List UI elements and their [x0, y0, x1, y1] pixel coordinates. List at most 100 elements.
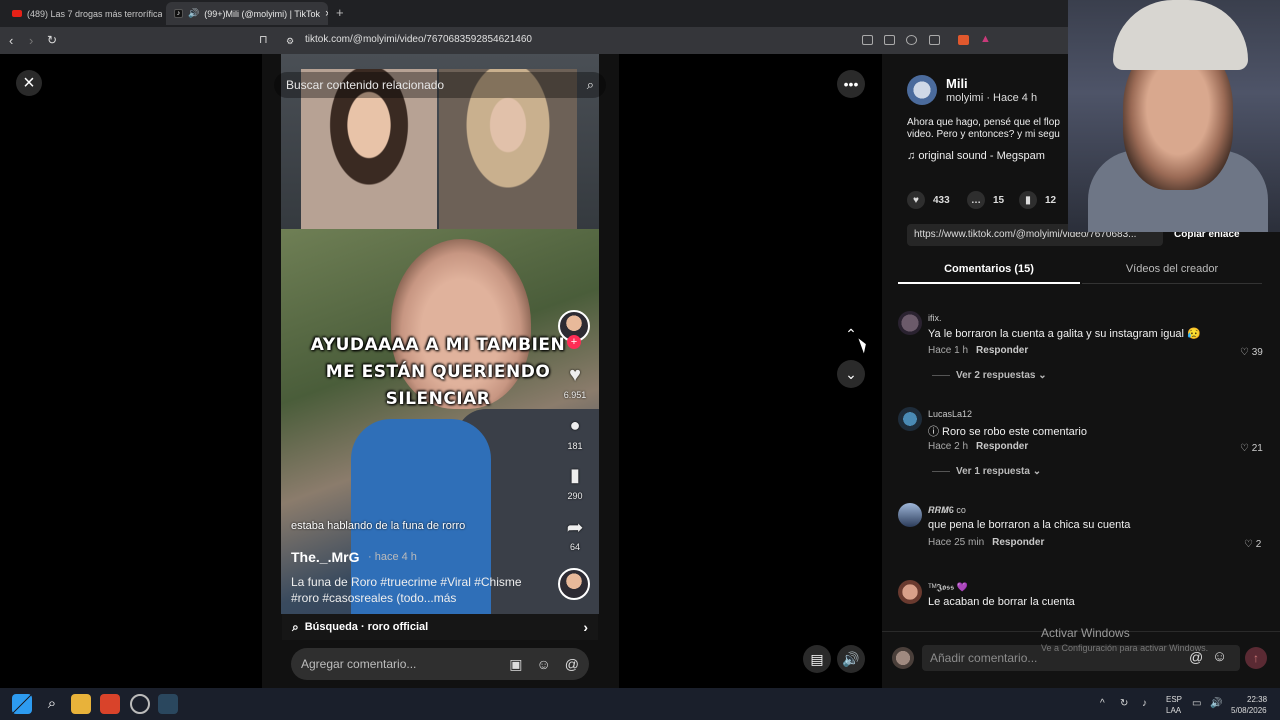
- emoji-icon[interactable]: ☺: [1212, 648, 1227, 665]
- volume-button[interactable]: 🔊: [837, 645, 865, 673]
- bookmark-icon[interactable]: ⊓: [259, 33, 268, 46]
- comment-text: Ya le borraron la cuenta a galita y su i…: [928, 328, 1201, 340]
- rewards-icon[interactable]: ▲: [980, 33, 991, 45]
- video-like-count: 6.951: [563, 390, 587, 400]
- search-icon: ⌕: [292, 619, 299, 634]
- reply-button[interactable]: Responder: [976, 345, 1028, 356]
- tray-mic-icon[interactable]: ♪: [1142, 698, 1147, 709]
- comment-icon: …: [967, 191, 985, 209]
- activate-windows-title: Activar Windows: [1041, 626, 1130, 640]
- comment-avatar[interactable]: [898, 503, 922, 527]
- comment-username[interactable]: ifix.: [928, 313, 942, 323]
- webcam-person-cap: [1113, 0, 1248, 70]
- tray-volume-icon[interactable]: 🔊: [1210, 698, 1222, 709]
- comment-text: ⓘ Roro se robo este comentario: [928, 426, 1087, 438]
- cast-icon[interactable]: [929, 35, 940, 45]
- windows-taskbar: [0, 688, 1280, 720]
- new-tab-button[interactable]: +: [336, 5, 344, 20]
- windows-start-icon[interactable]: [12, 694, 32, 714]
- tiktok-icon: ♪: [174, 9, 183, 18]
- reload-button[interactable]: ↻: [47, 33, 57, 47]
- close-tab-button[interactable]: ×: [325, 8, 328, 20]
- zoom-icon[interactable]: [906, 35, 917, 45]
- tab-tiktok[interactable]: ♪ 🔊 (99+)Mili (@molyimi) | TikTok ×: [166, 2, 328, 25]
- comment-avatar[interactable]: [898, 580, 922, 604]
- reply-button[interactable]: Responder: [992, 537, 1044, 548]
- image-icon[interactable]: ▣: [509, 656, 522, 673]
- heart-icon[interactable]: ♥: [562, 364, 588, 387]
- tab-youtube[interactable]: (489) Las 7 drogas más terroríficas d: [4, 2, 162, 25]
- video-author[interactable]: The._.MrG: [291, 549, 359, 565]
- heart-icon: ♥: [907, 191, 925, 209]
- clock-date[interactable]: 5/08/2026: [1231, 706, 1267, 715]
- steam-icon[interactable]: [158, 694, 178, 714]
- user-avatar: [892, 647, 914, 669]
- brave-shield-icon[interactable]: [958, 35, 969, 45]
- comment-like-button[interactable]: ♡ 39: [1240, 347, 1263, 358]
- close-video-button[interactable]: ×: [16, 70, 42, 96]
- comment-text: Le acaban de borrar la cuenta: [928, 596, 1075, 608]
- comment-username[interactable]: ᵀᴹ𝕵𝖔𝖘𝖘 💜: [928, 582, 968, 593]
- comment-username[interactable]: 𝑹𝑹𝑴𝟔 co: [928, 505, 966, 516]
- comment-text: que pena le borraron a la chica su cuent…: [928, 519, 1131, 531]
- mute-site-icon[interactable]: [862, 35, 873, 45]
- like-button[interactable]: ♥ 433: [907, 191, 950, 209]
- music-note-icon: ♫: [907, 150, 919, 162]
- clock-time[interactable]: 22:38: [1247, 695, 1267, 704]
- tray-chevron-up-icon[interactable]: ^: [1100, 698, 1105, 709]
- tab-creator-videos[interactable]: Vídeos del creador: [1082, 256, 1262, 284]
- youtube-icon: [12, 10, 22, 17]
- brave-browser-icon[interactable]: [100, 694, 120, 714]
- speaker-icon: 🔊: [188, 8, 200, 18]
- comment-icon[interactable]: ●: [562, 415, 588, 436]
- comment-avatar[interactable]: [898, 311, 922, 335]
- comment-meta: Hace 1 h Responder: [928, 345, 1029, 356]
- back-button[interactable]: ‹: [9, 33, 13, 48]
- video-comment-input[interactable]: Agregar comentario... ▣ ☺ @: [291, 648, 589, 680]
- channel-name[interactable]: Mili: [946, 76, 968, 91]
- language-top[interactable]: ESP: [1166, 695, 1182, 704]
- comment-username[interactable]: LucasLa12: [928, 409, 972, 419]
- search-suggestion-bar[interactable]: ⌕ Búsqueda · roro official ›: [282, 614, 598, 640]
- sound-avatar[interactable]: [558, 568, 590, 600]
- save-button[interactable]: ▮ 12: [1019, 191, 1056, 209]
- view-replies-button[interactable]: Ver 1 respuesta ⌄: [932, 466, 1041, 477]
- sound-link[interactable]: ♫ original sound - Megspam: [907, 150, 1045, 162]
- next-video-button[interactable]: ⌄: [837, 360, 865, 388]
- tray-sync-icon[interactable]: ↻: [1120, 698, 1128, 709]
- follow-plus-icon[interactable]: +: [567, 335, 581, 349]
- comment-meta: Hace 2 h Responder: [928, 441, 1029, 452]
- comments-button[interactable]: … 15: [967, 191, 1004, 209]
- forward-button[interactable]: ›: [29, 33, 33, 48]
- video-overlay-caption: AYUDAAAA A MI TAMBIEN ME ESTÁN QUERIENDO…: [310, 335, 566, 409]
- webcam-overlay: [1068, 0, 1280, 232]
- search-icon[interactable]: ⌕: [42, 694, 62, 714]
- floating-player-button[interactable]: ▤: [803, 645, 831, 673]
- video-description[interactable]: La funa de Roro #truecrime #Viral #Chism…: [291, 574, 546, 606]
- channel-avatar[interactable]: [907, 75, 937, 105]
- emoji-icon[interactable]: ☺: [536, 656, 550, 672]
- comment-like-button[interactable]: ♡ 2: [1244, 539, 1261, 550]
- url-field[interactable]: tiktok.com/@molyimi/video/76706835928546…: [305, 34, 532, 45]
- mention-icon[interactable]: @: [565, 656, 579, 672]
- site-info-icon[interactable]: ⚙: [286, 36, 294, 47]
- view-replies-button[interactable]: Ver 2 respuestas ⌄: [932, 370, 1047, 381]
- file-explorer-icon[interactable]: [71, 694, 91, 714]
- search-icon[interactable]: ⌕: [587, 77, 594, 93]
- reply-button[interactable]: Responder: [976, 441, 1028, 452]
- comment-like-button[interactable]: ♡ 21: [1240, 443, 1263, 454]
- comment-avatar[interactable]: [898, 407, 922, 431]
- post-text-line2: video. Pero y entonces? y mi segu: [907, 129, 1060, 140]
- share-icon[interactable]: ➦: [562, 515, 588, 540]
- more-options-button[interactable]: •••: [837, 70, 865, 98]
- translate-icon[interactable]: [884, 35, 895, 45]
- send-comment-button[interactable]: ↑: [1245, 647, 1267, 669]
- obs-icon[interactable]: [130, 694, 150, 714]
- tray-network-icon[interactable]: ▭: [1192, 698, 1201, 709]
- video-subtitle: estaba hablando de la funa de rorro: [291, 520, 466, 532]
- related-search-field[interactable]: Buscar contenido relacionado ⌕: [274, 72, 606, 98]
- language-bottom[interactable]: LAA: [1166, 706, 1181, 715]
- tab-comments[interactable]: Comentarios (15): [898, 256, 1080, 284]
- bookmark-icon[interactable]: ▮: [562, 465, 588, 486]
- comment-meta: Hace 25 min Responder: [928, 537, 1045, 548]
